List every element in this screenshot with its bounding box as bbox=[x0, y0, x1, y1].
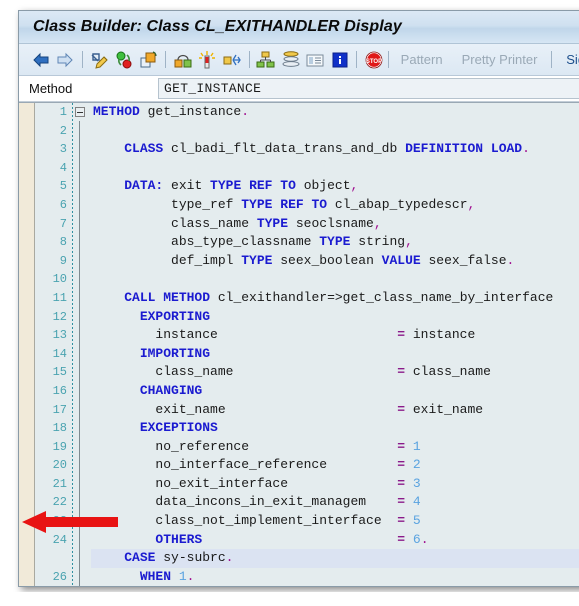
code-line[interactable]: data_incons_in_exit_managem = 4 bbox=[91, 493, 579, 512]
line-number: 20 bbox=[52, 458, 67, 473]
line-number: 5 bbox=[59, 179, 67, 194]
window-titlebar: Class Builder: Class CL_EXITHANDLER Disp… bbox=[19, 11, 579, 44]
code-line[interactable]: WHEN 1. bbox=[91, 568, 579, 586]
class-hierarchy-icon[interactable] bbox=[254, 48, 278, 72]
line-number bbox=[40, 549, 73, 568]
class-builder-window: Class Builder: Class CL_EXITHANDLER Disp… bbox=[18, 10, 579, 587]
line-number: 2 bbox=[59, 123, 67, 138]
stop-icon[interactable]: STOP bbox=[362, 48, 386, 72]
code-line[interactable]: EXCEPTIONS bbox=[91, 419, 579, 438]
line-number: 8 bbox=[59, 235, 67, 250]
pretty-printer-button[interactable]: Pretty Printer bbox=[453, 52, 547, 67]
line-number: 16 bbox=[52, 383, 67, 398]
line-number: 19 bbox=[52, 439, 67, 454]
code-line[interactable]: OTHERS = 6. bbox=[91, 531, 579, 550]
code-folding-gutter[interactable] bbox=[73, 103, 91, 586]
page-bottom-spacer bbox=[0, 592, 579, 606]
code-line[interactable]: abs_type_classname TYPE string, bbox=[91, 233, 579, 252]
line-number: 1 bbox=[59, 105, 67, 119]
forward-arrow-icon[interactable] bbox=[54, 48, 78, 72]
line-number: 10 bbox=[52, 272, 67, 287]
toolbar-separator-3 bbox=[245, 51, 254, 69]
code-line[interactable]: def_impl TYPE seex_boolean VALUE seex_fa… bbox=[91, 252, 579, 271]
line-number: 14 bbox=[52, 346, 67, 361]
toolbar-separator-4 bbox=[352, 51, 361, 69]
code-line[interactable]: IMPORTING bbox=[91, 345, 579, 364]
code-line[interactable]: DATA: exit TYPE REF TO object, bbox=[91, 177, 579, 196]
line-number: 18 bbox=[52, 421, 67, 436]
code-line[interactable] bbox=[91, 122, 579, 141]
code-editor: ST 1 2 3 4 5 6 7 8 9 10 11 1 bbox=[19, 102, 579, 586]
code-line[interactable]: METHOD get_instance. bbox=[91, 103, 579, 122]
line-number: 9 bbox=[59, 253, 67, 268]
code-line[interactable]: EXPORTING bbox=[91, 308, 579, 327]
toolbar-separator-5 bbox=[387, 51, 391, 69]
activate-icon[interactable] bbox=[112, 48, 136, 72]
line-number: 26 bbox=[52, 569, 67, 584]
back-arrow-icon[interactable] bbox=[29, 48, 53, 72]
window-title: Class Builder: Class CL_EXITHANDLER Disp… bbox=[33, 18, 402, 35]
toolbar-separator-6 bbox=[547, 51, 556, 69]
code-line[interactable]: type_ref TYPE REF TO cl_abap_typedescr, bbox=[91, 196, 579, 215]
object-list-icon[interactable] bbox=[279, 48, 303, 72]
code-line[interactable]: no_interface_reference = 2 bbox=[91, 456, 579, 475]
fold-collapse-icon[interactable] bbox=[75, 107, 85, 117]
line-number: 6 bbox=[59, 197, 67, 212]
svg-text:STOP: STOP bbox=[366, 59, 382, 65]
line-number: 15 bbox=[52, 365, 67, 380]
line-number: 12 bbox=[52, 309, 67, 324]
line-number-gutter: 1 2 3 4 5 6 7 8 9 10 11 12 13 14 15 16 1… bbox=[40, 103, 73, 586]
breakpoint-gutter[interactable]: ST bbox=[19, 103, 35, 586]
code-line[interactable]: CALL METHOD cl_exithandler=>get_class_na… bbox=[91, 289, 579, 308]
code-line[interactable]: instance = instance bbox=[91, 326, 579, 345]
signature-button[interactable]: Sig bbox=[557, 52, 579, 67]
navigate-icon[interactable] bbox=[220, 48, 244, 72]
code-text-area[interactable]: METHOD get_instance. CLASS cl_badi_flt_d… bbox=[91, 103, 579, 586]
method-name-input[interactable]: GET_INSTANCE bbox=[158, 78, 579, 99]
fold-tree-line bbox=[79, 121, 80, 586]
code-line[interactable]: exit_name = exit_name bbox=[91, 401, 579, 420]
line-number: 24 bbox=[52, 532, 67, 547]
code-line[interactable]: class_name TYPE seoclsname, bbox=[91, 215, 579, 234]
check-syntax-icon[interactable] bbox=[88, 48, 112, 72]
method-label: Method bbox=[29, 81, 73, 96]
screenshot-root: Class Builder: Class CL_EXITHANDLER Disp… bbox=[0, 0, 579, 606]
code-line[interactable]: CHANGING bbox=[91, 382, 579, 401]
line-number: 21 bbox=[52, 476, 67, 491]
line-number: 11 bbox=[52, 290, 67, 305]
code-line[interactable]: no_exit_interface = 3 bbox=[91, 475, 579, 494]
info-icon[interactable] bbox=[328, 48, 352, 72]
code-line[interactable]: CLASS cl_badi_flt_data_trans_and_db DEFI… bbox=[91, 140, 579, 159]
code-line[interactable] bbox=[91, 270, 579, 289]
line-number: 3 bbox=[59, 142, 67, 157]
code-line[interactable]: class_not_implement_interface = 5 bbox=[91, 512, 579, 531]
line-number: 4 bbox=[59, 160, 67, 175]
toolbar-separator-2 bbox=[161, 51, 170, 69]
method-row: Method GET_INSTANCE bbox=[19, 76, 579, 102]
line-number: 23 bbox=[52, 514, 67, 529]
display-change-icon[interactable] bbox=[137, 48, 161, 72]
line-number: 13 bbox=[52, 328, 67, 343]
line-number: 7 bbox=[59, 216, 67, 231]
code-line[interactable]: no_reference = 1 bbox=[91, 438, 579, 457]
code-line[interactable] bbox=[91, 159, 579, 178]
line-number: 17 bbox=[52, 402, 67, 417]
line-number: 22 bbox=[52, 495, 67, 510]
main-toolbar: STOP Pattern Pretty Printer Sig bbox=[19, 44, 579, 76]
toolbar-separator-1 bbox=[78, 51, 87, 69]
documentation-icon[interactable] bbox=[303, 48, 327, 72]
code-line[interactable]: class_name = class_name bbox=[91, 363, 579, 382]
code-line-highlighted[interactable]: CASE sy-subrc. bbox=[91, 549, 579, 568]
test-icon[interactable] bbox=[196, 48, 220, 72]
where-used-list-icon[interactable] bbox=[171, 48, 195, 72]
pattern-button[interactable]: Pattern bbox=[392, 52, 452, 67]
